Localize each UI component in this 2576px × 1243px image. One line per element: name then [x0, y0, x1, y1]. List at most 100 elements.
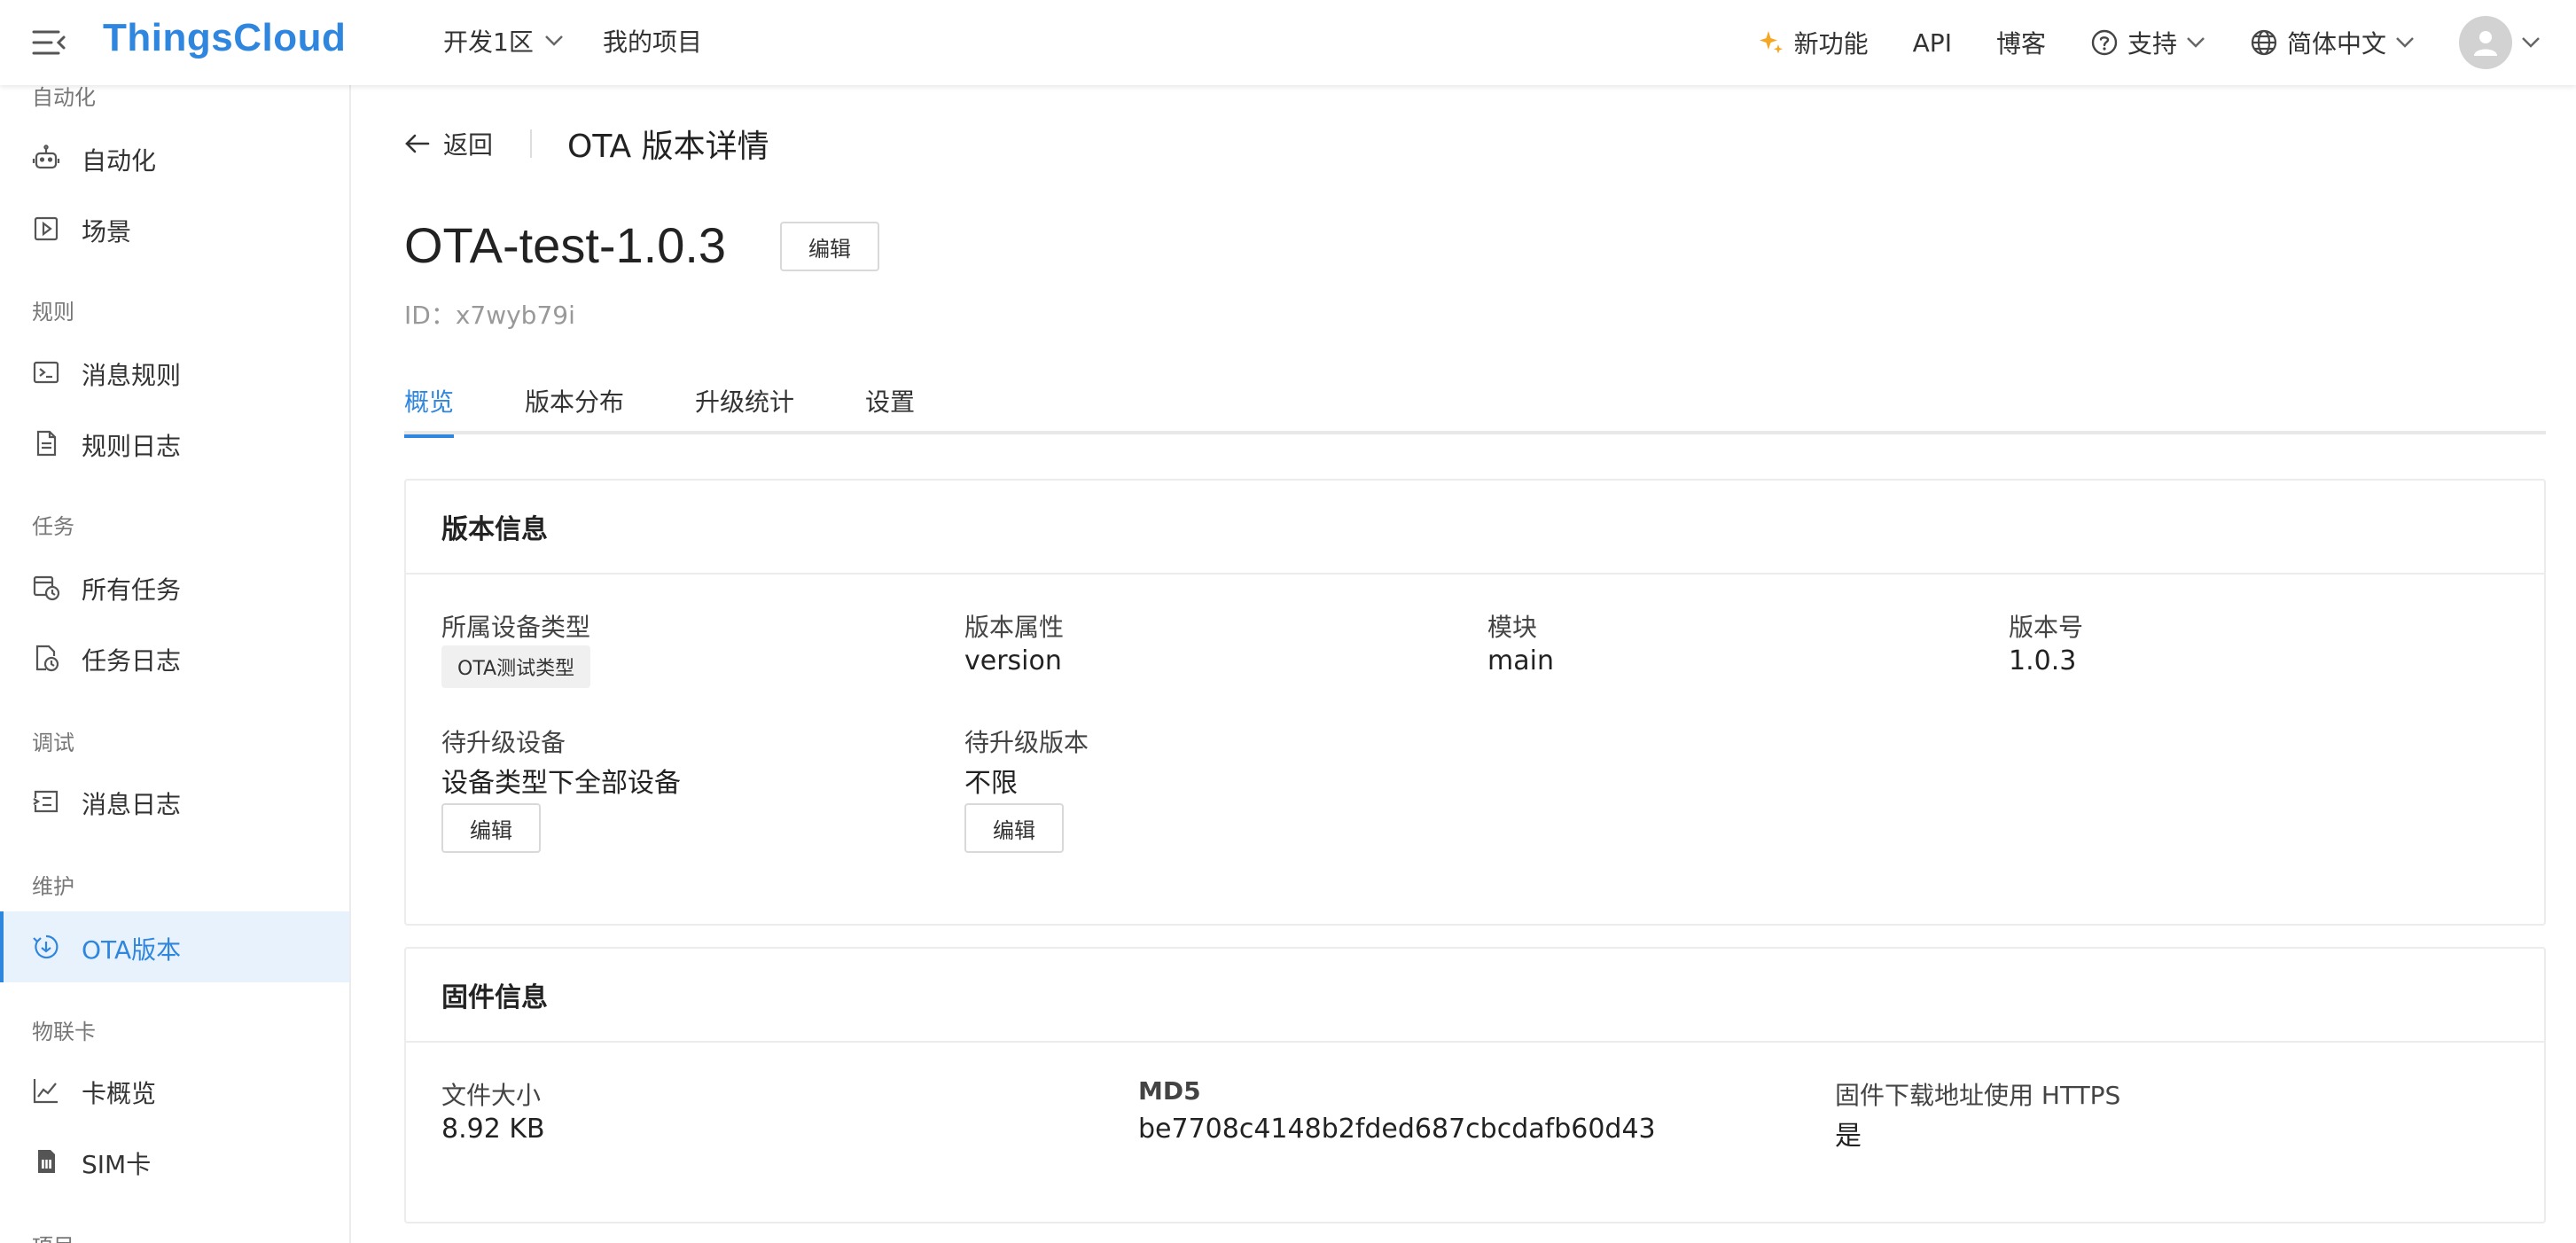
support-menu[interactable]: 支持 [2090, 25, 2205, 60]
line-chart-icon [33, 1079, 58, 1104]
sidebar-group-project: 项目 [32, 1229, 74, 1243]
pending-devices-label: 待升级设备 [441, 728, 566, 757]
sidebar-group-iot-card: 物联卡 [32, 1020, 96, 1044]
sidebar-group-automation: 自动化 [32, 85, 96, 110]
support-label: 支持 [2127, 29, 2177, 59]
sidebar-group-rules: 规则 [32, 300, 74, 324]
sidebar-item-label: 卡概览 [82, 1079, 157, 1108]
sidebar-item-label: SIM卡 [82, 1150, 152, 1179]
avatar[interactable] [2459, 16, 2512, 69]
my-projects-link[interactable]: 我的项目 [603, 23, 702, 59]
version-info-title: 版本信息 [406, 481, 2544, 575]
main-content: 返回 OTA 版本详情 OTA-test-1.0.3 编辑 ID：x7wyb79… [351, 85, 2576, 1243]
tab-upgrade-stats[interactable]: 升级统计 [695, 383, 794, 434]
blog-link[interactable]: 博客 [1996, 25, 2046, 60]
file-size-label: 文件大小 [441, 1081, 542, 1110]
globe-icon [2251, 29, 2277, 56]
tab-settings[interactable]: 设置 [865, 383, 915, 434]
edit-version-name-button[interactable]: 编辑 [780, 222, 879, 271]
chevron-down-icon [544, 35, 563, 46]
api-link[interactable]: API [1913, 28, 1952, 58]
device-type-tag: OTA测试类型 [441, 645, 591, 688]
sidebar-item-label: 规则日志 [82, 432, 182, 461]
language-label: 简体中文 [2286, 29, 2386, 59]
edit-pending-version-button[interactable]: 编辑 [964, 803, 1064, 853]
tab-version-distribution[interactable]: 版本分布 [525, 383, 624, 434]
sidebar-item-label: 场景 [82, 217, 132, 246]
sidebar-item-all-tasks[interactable]: 所有任务 [0, 551, 349, 622]
sidebar-item-sim-card[interactable]: SIM卡 [0, 1126, 349, 1197]
chevron-down-icon [2187, 37, 2205, 48]
terminal-icon [33, 361, 59, 384]
sim-card-icon [38, 1150, 55, 1173]
firmware-info-card: 固件信息 文件大小 8.92 KB MD5 be7708c4148b2fded6… [404, 947, 2546, 1223]
new-features-label: 新功能 [1793, 29, 1869, 59]
sparkle-icon [1759, 31, 1783, 54]
sidebar-item-label: 自动化 [82, 146, 157, 176]
arrow-left-icon [405, 134, 430, 153]
sidebar-item-scenes[interactable]: 场景 [0, 193, 349, 264]
pending-version-label: 待升级版本 [964, 728, 1089, 757]
logo[interactable]: ThingsCloud [103, 16, 346, 60]
sidebar-item-message-rules[interactable]: 消息规则 [0, 337, 349, 408]
region-selector[interactable]: 开发1区 [443, 23, 564, 59]
version-name: OTA-test-1.0.3 [404, 217, 727, 273]
edit-pending-devices-button[interactable]: 编辑 [441, 803, 541, 853]
version-no-value: 1.0.3 [2009, 645, 2077, 676]
tab-bar: 概览 版本分布 升级统计 设置 [404, 383, 2546, 438]
file-clock-icon [35, 645, 59, 672]
md5-value: be7708c4148b2fded687cbcdafb60d43 [1138, 1114, 1656, 1145]
file-text-icon [36, 430, 57, 457]
tab-overview[interactable]: 概览 [404, 383, 455, 438]
sidebar-item-label: 消息规则 [82, 361, 182, 390]
user-icon [2474, 31, 2497, 56]
region-label: 开发1区 [443, 27, 534, 57]
sidebar-item-label: 所有任务 [82, 575, 182, 605]
device-type-label: 所属设备类型 [441, 613, 591, 642]
robot-icon [32, 145, 60, 169]
sidebar: 自动化 自动化 场景 规则 消息规则 规则日志 任务 所有任务 任务日志 调试 [0, 85, 351, 1243]
chevron-down-icon [2522, 37, 2540, 48]
sidebar-group-maintenance: 维护 [32, 874, 74, 899]
pending-version-value: 不限 [964, 768, 1018, 799]
module-value: main [1487, 645, 1554, 676]
version-id: ID：x7wyb79i [404, 301, 575, 330]
version-no-label: 版本号 [2009, 613, 2084, 642]
pending-devices-value: 设备类型下全部设备 [441, 768, 681, 799]
play-square-icon [34, 216, 59, 241]
https-label: 固件下载地址使用 HTTPS [1835, 1081, 2121, 1110]
message-log-icon [33, 790, 59, 813]
version-attr-value: version [964, 645, 1062, 676]
user-menu[interactable] [2459, 16, 2541, 69]
file-size-value: 8.92 KB [441, 1114, 545, 1145]
md5-label: MD5 [1138, 1076, 1201, 1106]
firmware-info-title: 固件信息 [406, 949, 2544, 1043]
sidebar-group-debug: 调试 [32, 731, 74, 755]
sidebar-group-tasks: 任务 [32, 514, 74, 539]
page-title: OTA 版本详情 [567, 129, 769, 165]
version-attr-label: 版本属性 [964, 613, 1065, 642]
schedule-icon [33, 575, 60, 601]
sidebar-item-rule-logs[interactable]: 规则日志 [0, 408, 349, 479]
back-button[interactable]: 返回 [404, 126, 493, 161]
top-header: ThingsCloud 开发1区 我的项目 新功能 API 博客 支持 简体中文 [0, 0, 2576, 85]
chevron-down-icon [2396, 37, 2414, 48]
menu-fold-icon[interactable] [32, 27, 67, 59]
sidebar-item-task-logs[interactable]: 任务日志 [0, 622, 349, 693]
new-features-link[interactable]: 新功能 [1757, 25, 1869, 60]
https-value: 是 [1835, 1121, 1862, 1152]
download-circle-icon [33, 934, 59, 959]
version-info-card: 版本信息 所属设备类型 OTA测试类型 版本属性 version 模块 main… [404, 479, 2546, 926]
sidebar-item-label: 任务日志 [82, 646, 182, 676]
module-label: 模块 [1487, 613, 1538, 642]
question-circle-icon [2091, 29, 2118, 56]
header-divider [530, 129, 532, 158]
sidebar-item-label: 消息日志 [82, 790, 182, 819]
back-label: 返回 [443, 130, 494, 160]
sidebar-item-label: OTA版本 [82, 935, 182, 965]
sidebar-item-ota-versions[interactable]: OTA版本 [0, 911, 349, 982]
sidebar-item-automation[interactable]: 自动化 [0, 122, 349, 193]
language-selector[interactable]: 简体中文 [2250, 25, 2415, 60]
sidebar-item-message-logs[interactable]: 消息日志 [0, 766, 349, 837]
sidebar-item-card-overview[interactable]: 卡概览 [0, 1055, 349, 1126]
